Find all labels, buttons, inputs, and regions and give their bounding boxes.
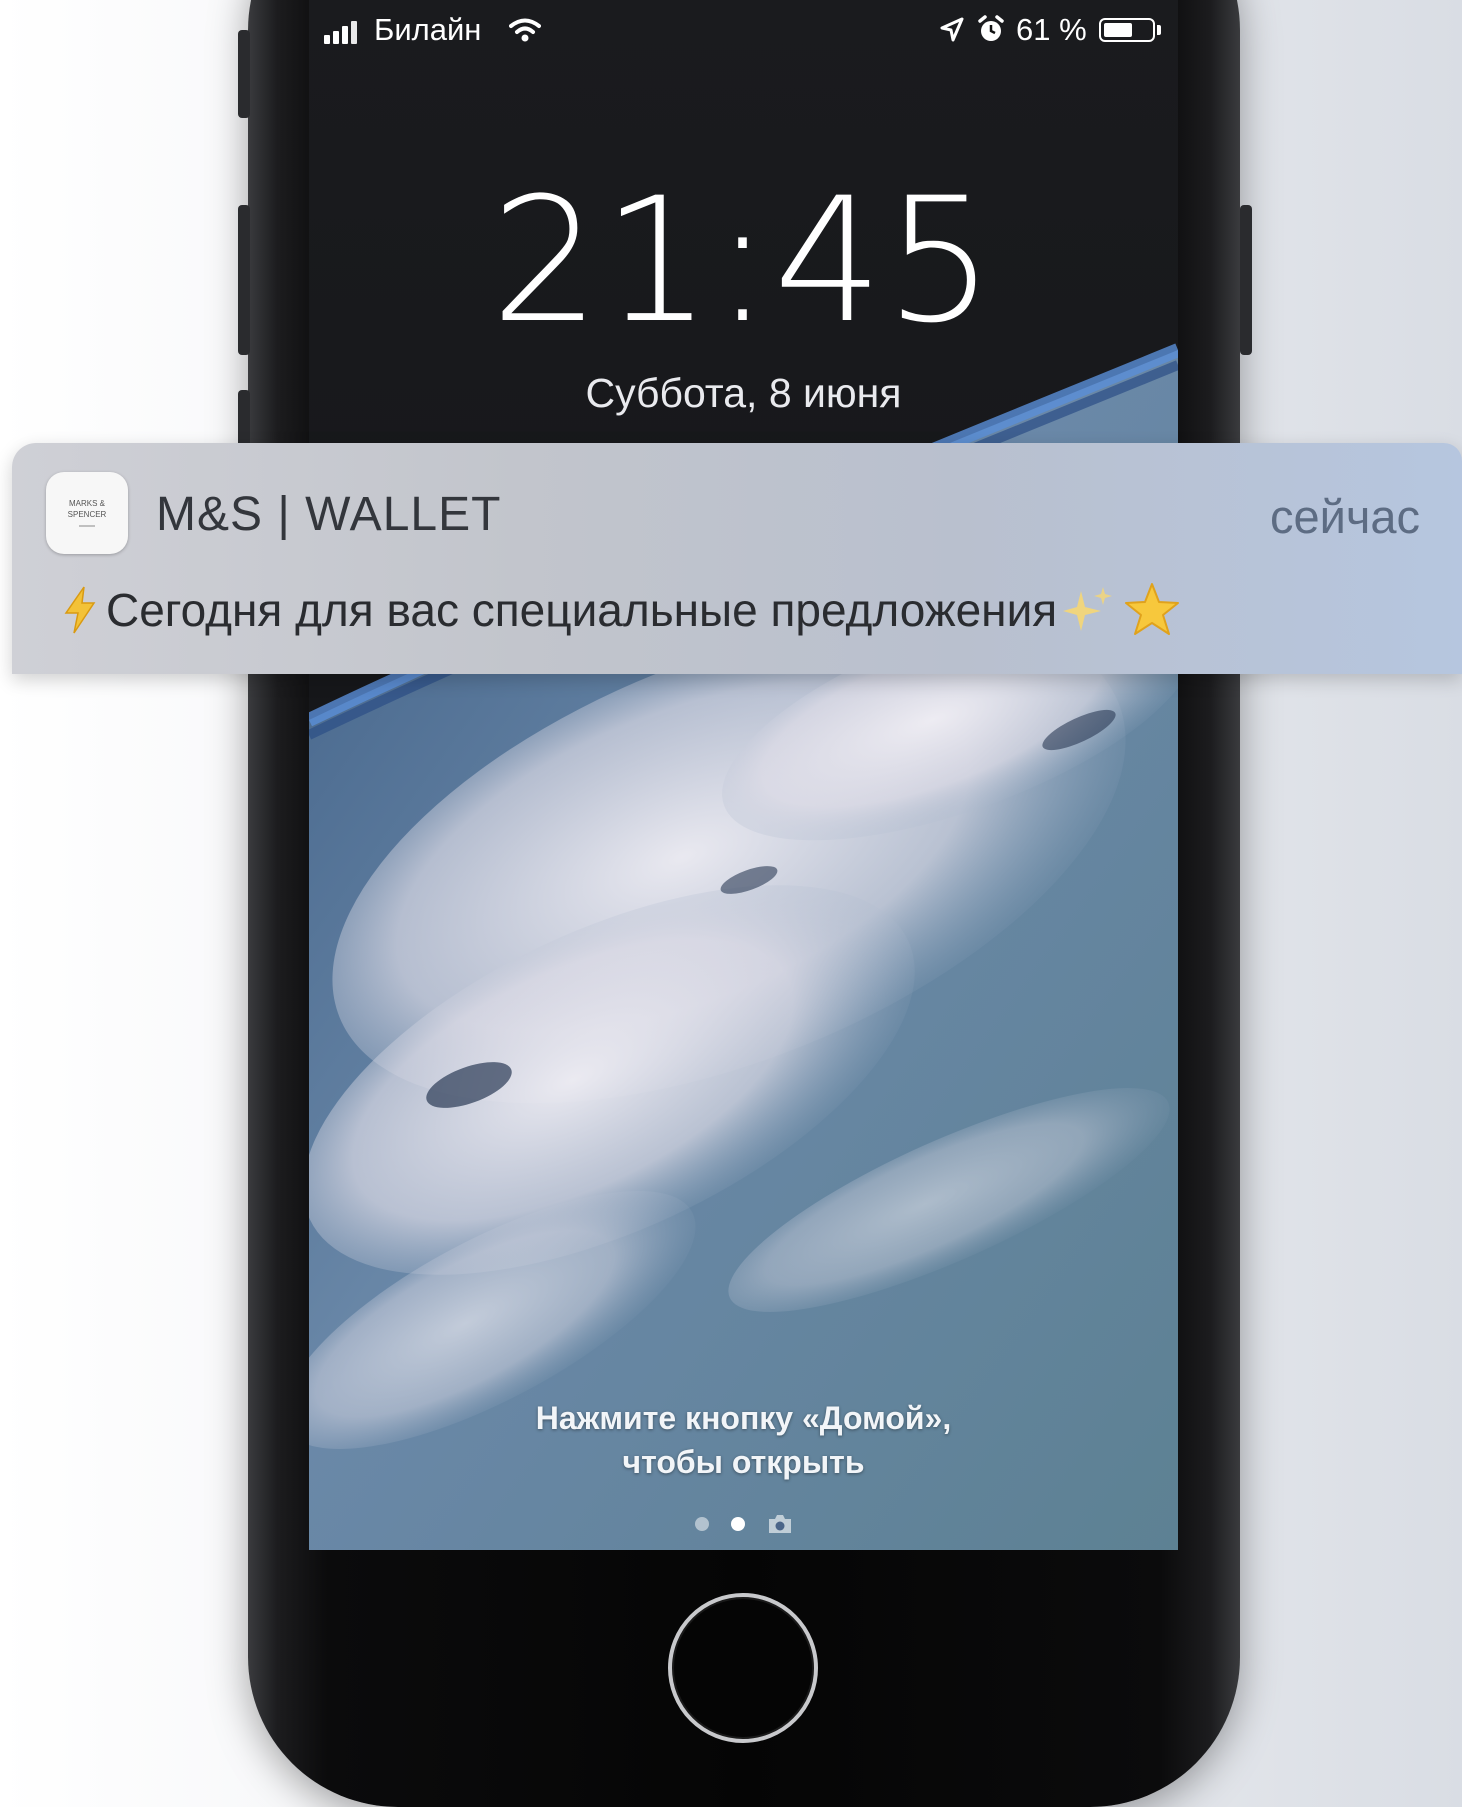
battery-icon: [1099, 18, 1155, 42]
sparkles-icon: [1063, 587, 1113, 631]
star-icon: [1125, 583, 1180, 635]
location-icon: [940, 17, 964, 42]
marks-and-spencer-logo: MARKS & SPENCER: [68, 499, 107, 527]
notification-app-name: M&S | WALLET: [156, 488, 502, 541]
power-button: [1240, 205, 1252, 355]
notification-time: сейчас: [1269, 490, 1420, 543]
camera-icon[interactable]: [767, 1513, 793, 1535]
lock-date: Суббота, 8 июня: [585, 370, 902, 416]
battery-percentage: 61 %: [1016, 12, 1087, 47]
mute-switch: [238, 30, 250, 118]
carrier-label: Билайн: [374, 12, 482, 47]
wifi-icon: [509, 18, 541, 42]
lock-clock: 21:45: [490, 160, 997, 361]
alarm-icon: [978, 15, 1004, 41]
battery-level: [1104, 23, 1132, 37]
signal-icon: [324, 20, 357, 44]
lock-screen: Билайн 61 % 21:45 Суббота, 8 июня Нажмит…: [309, 0, 1178, 1550]
volume-down-button: [238, 390, 250, 450]
notification-message: Сегодня для вас специальные предложения: [106, 584, 1058, 636]
unlock-hint-line-2: чтобы открыть: [622, 1444, 865, 1480]
home-button[interactable]: [668, 1593, 818, 1743]
page-indicator[interactable]: [309, 1513, 1178, 1535]
app-icon: MARKS & SPENCER: [46, 472, 128, 554]
unlock-hint-line-1: Нажмите кнопку «Домой»,: [535, 1400, 952, 1436]
svg-text:MARKS &: MARKS &: [69, 499, 106, 508]
unlock-hint: Нажмите кнопку «Домой», чтобы открыть: [309, 1396, 1178, 1484]
battery-nub: [1157, 25, 1161, 35]
page-dot[interactable]: [694, 1517, 709, 1531]
volume-up-button: [238, 205, 250, 355]
status-bar: Билайн 61 %: [309, 0, 1178, 60]
lightning-icon: [64, 586, 96, 634]
svg-text:SPENCER: SPENCER: [68, 510, 107, 519]
page-dot-active[interactable]: [730, 1517, 745, 1531]
notification-banner[interactable]: MARKS & SPENCER M&S | WALLET сейчас Сего…: [12, 443, 1462, 674]
notification-message-row: Сегодня для вас специальные предложения: [60, 581, 1181, 639]
